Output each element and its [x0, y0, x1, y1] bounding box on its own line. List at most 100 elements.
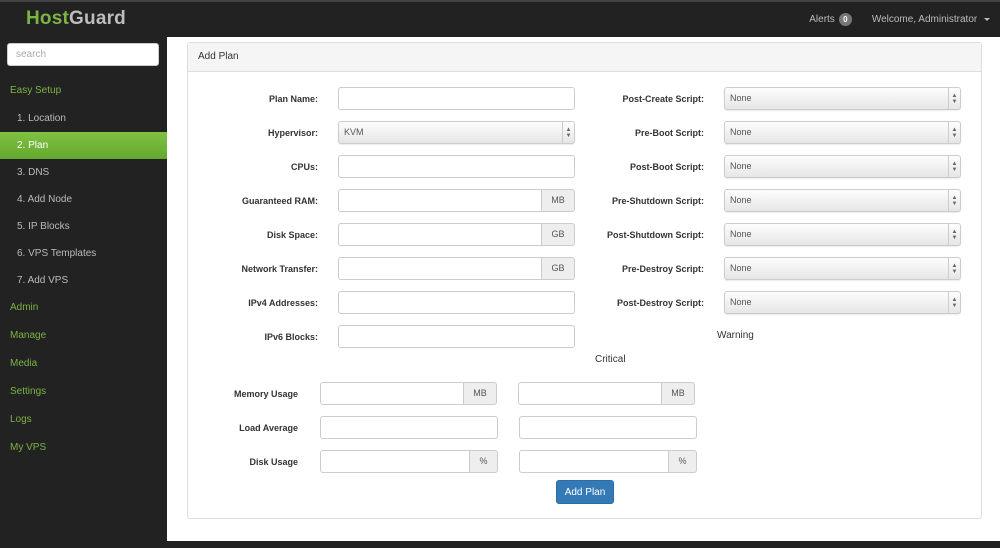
ipv4-addresses-input[interactable] — [338, 291, 575, 314]
ipv6-blocks-label: IPv6 Blocks: — [264, 331, 318, 342]
memory-usage-critical-unit: MB — [464, 382, 497, 405]
post-shutdown-script-select[interactable]: None ▲ ▼ — [724, 223, 961, 246]
sidebar-item-location[interactable]: 1. Location — [0, 105, 167, 132]
select-arrows-icon: ▲ ▼ — [948, 292, 960, 313]
disk-usage-critical-input[interactable] — [320, 450, 470, 473]
main-content: Add Plan Plan Name: Hypervisor: KVM ▲ ▼ C… — [167, 37, 1000, 541]
memory-usage-warning-unit: MB — [662, 382, 695, 405]
memory-usage-warning-input[interactable] — [518, 382, 662, 405]
panel-title: Add Plan — [188, 43, 981, 72]
threshold-disk-usage: Disk Usage % % — [198, 450, 697, 473]
sidebar: Easy Setup 1. Location 2. Plan 3. DNS 4.… — [0, 37, 167, 548]
guaranteed-ram-label: Guaranteed RAM: — [241, 195, 318, 206]
select-arrows-icon: ▲ ▼ — [948, 122, 960, 143]
hypervisor-select[interactable]: KVM ▲ ▼ — [338, 121, 575, 144]
disk-usage-warning-input[interactable] — [519, 450, 669, 473]
disk-usage-label: Disk Usage — [249, 456, 298, 467]
critical-column-label: Critical — [595, 354, 626, 365]
post-boot-script-select[interactable]: None ▲ ▼ — [724, 155, 961, 178]
memory-usage-label: Memory Usage — [233, 388, 298, 399]
top-navbar: HostGuard Alerts 0 Welcome, Administrato… — [0, 0, 1000, 37]
sidebar-item-media[interactable]: Media — [0, 350, 167, 378]
post-create-script-select[interactable]: None ▲ ▼ — [724, 87, 961, 110]
sidebar-item-my-vps[interactable]: My VPS — [0, 434, 167, 462]
pre-destroy-script-select[interactable]: None ▲ ▼ — [724, 257, 961, 280]
threshold-load-average: Load Average — [198, 416, 697, 439]
alerts-link[interactable]: Alerts 0 — [809, 13, 852, 26]
select-arrows-icon: ▲ ▼ — [948, 156, 960, 177]
disk-space-input[interactable] — [338, 223, 542, 246]
cpus-input[interactable] — [338, 155, 575, 178]
memory-usage-critical-input[interactable] — [320, 382, 464, 405]
field-hypervisor: Hypervisor: KVM ▲ ▼ — [198, 121, 575, 144]
pre-boot-script-label: Pre-Boot Script: — [634, 127, 704, 138]
threshold-memory-usage: Memory Usage MB MB — [198, 382, 695, 405]
field-post-create-script: Post-Create Script: None ▲ ▼ — [584, 87, 961, 110]
brand-guard: Guard — [69, 8, 126, 29]
sidebar-item-admin[interactable]: Admin — [0, 294, 167, 322]
sidebar-nav: Easy Setup 1. Location 2. Plan 3. DNS 4.… — [0, 77, 167, 462]
field-plan-name: Plan Name: — [198, 87, 575, 110]
hypervisor-value: KVM — [344, 127, 364, 137]
load-average-warning-input[interactable] — [519, 416, 697, 439]
pre-shutdown-script-select[interactable]: None ▲ ▼ — [724, 189, 961, 212]
hypervisor-label: Hypervisor: — [267, 127, 318, 138]
post-boot-script-value: None — [730, 161, 752, 171]
guaranteed-ram-input[interactable] — [338, 189, 542, 212]
post-shutdown-script-value: None — [730, 229, 752, 239]
field-post-shutdown-script: Post-Shutdown Script: None ▲ ▼ — [584, 223, 961, 246]
post-shutdown-script-label: Post-Shutdown Script: — [607, 229, 704, 240]
select-arrows-icon: ▲ ▼ — [948, 190, 960, 211]
field-disk-space: Disk Space: GB — [198, 223, 575, 246]
add-plan-panel: Add Plan Plan Name: Hypervisor: KVM ▲ ▼ C… — [187, 42, 982, 519]
warning-column-label: Warning — [717, 330, 754, 341]
load-average-critical-input[interactable] — [320, 416, 498, 439]
field-ipv6-blocks: IPv6 Blocks: — [198, 325, 575, 348]
field-pre-shutdown-script: Pre-Shutdown Script: None ▲ ▼ — [584, 189, 961, 212]
network-transfer-label: Network Transfer: — [241, 263, 318, 274]
sidebar-item-settings[interactable]: Settings — [0, 378, 167, 406]
brand-logo[interactable]: HostGuard — [26, 8, 126, 30]
sidebar-item-ip-blocks[interactable]: 5. IP Blocks — [0, 213, 167, 240]
post-create-script-label: Post-Create Script: — [622, 93, 704, 104]
sidebar-item-manage[interactable]: Manage — [0, 322, 167, 350]
post-destroy-script-value: None — [730, 297, 752, 307]
sidebar-item-add-vps[interactable]: 7. Add VPS — [0, 267, 167, 294]
add-plan-button[interactable]: Add Plan — [556, 480, 614, 504]
pre-shutdown-script-label: Pre-Shutdown Script: — [612, 195, 704, 206]
network-transfer-input[interactable] — [338, 257, 542, 280]
pre-destroy-script-value: None — [730, 263, 752, 273]
field-pre-destroy-script: Pre-Destroy Script: None ▲ ▼ — [584, 257, 961, 280]
post-destroy-script-select[interactable]: None ▲ ▼ — [724, 291, 961, 314]
alerts-label: Alerts — [809, 14, 835, 25]
sidebar-item-plan[interactable]: 2. Plan — [0, 132, 167, 159]
cpus-label: CPUs: — [290, 161, 318, 172]
field-cpus: CPUs: — [198, 155, 575, 178]
network-transfer-unit: GB — [542, 257, 575, 280]
pre-boot-script-select[interactable]: None ▲ ▼ — [724, 121, 961, 144]
field-guaranteed-ram: Guaranteed RAM: MB — [198, 189, 575, 212]
welcome-label: Welcome, Administrator — [871, 14, 978, 25]
select-arrows-icon: ▲ ▼ — [948, 224, 960, 245]
select-arrows-icon: ▲ ▼ — [948, 88, 960, 109]
search-input[interactable] — [7, 43, 159, 66]
alerts-count-badge: 0 — [838, 13, 852, 26]
pre-destroy-script-label: Pre-Destroy Script: — [621, 263, 704, 274]
select-arrows-icon: ▲ ▼ — [948, 258, 960, 279]
pre-shutdown-script-value: None — [730, 195, 752, 205]
pre-boot-script-value: None — [730, 127, 752, 137]
sidebar-item-easy-setup[interactable]: Easy Setup — [0, 77, 167, 105]
sidebar-item-add-node[interactable]: 4. Add Node — [0, 186, 167, 213]
sidebar-item-vps-templates[interactable]: 6. VPS Templates — [0, 240, 167, 267]
ipv6-blocks-input[interactable] — [338, 325, 575, 348]
sidebar-item-dns[interactable]: 3. DNS — [0, 159, 167, 186]
sidebar-item-logs[interactable]: Logs — [0, 406, 167, 434]
field-post-destroy-script: Post-Destroy Script: None ▲ ▼ — [584, 291, 961, 314]
disk-space-unit: GB — [542, 223, 575, 246]
caret-down-icon — [984, 17, 990, 21]
post-boot-script-label: Post-Boot Script: — [630, 161, 704, 172]
select-arrows-icon: ▲ ▼ — [562, 122, 574, 143]
user-menu-dropdown[interactable]: Welcome, Administrator — [872, 14, 990, 25]
bottom-edge — [167, 541, 1000, 548]
plan-name-input[interactable] — [338, 87, 575, 110]
